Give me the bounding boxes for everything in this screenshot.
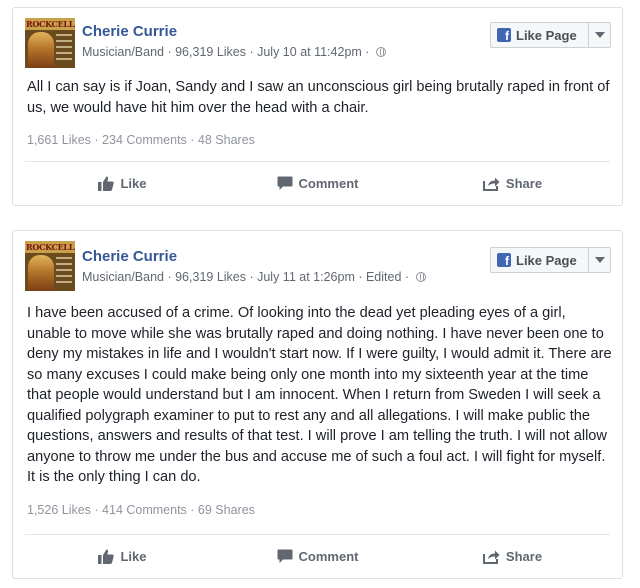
post-meta: Musician/Band · 96,319 Likes · July 11 a… [82, 269, 426, 285]
page-category: Musician/Band [82, 270, 164, 284]
post-meta: Musician/Band · 96,319 Likes · July 10 a… [82, 44, 386, 60]
comment-button-label: Comment [298, 549, 359, 564]
post-actions: Like Comment Share [25, 534, 610, 578]
meta-separator: · [246, 45, 258, 59]
comment-button-label: Comment [298, 176, 359, 191]
page-name-link[interactable]: Cherie Currie [82, 248, 177, 266]
avatar-pattern [56, 34, 72, 64]
avatar-logo-text: ROCKCELLAR [25, 241, 75, 253]
page-likes-count: 96,319 Likes [175, 45, 246, 59]
edited-link[interactable]: Edited [366, 270, 401, 284]
post-stats[interactable]: 1,526 Likes · 414 Comments · 69 Shares [27, 502, 255, 518]
like-page-button[interactable]: f Like Page [490, 247, 611, 273]
meta-separator: · [246, 270, 258, 284]
meta-separator: · [164, 270, 176, 284]
avatar-figure [28, 255, 54, 291]
share-button-label: Share [505, 549, 543, 564]
avatar-pattern [56, 257, 72, 287]
page-category: Musician/Band [82, 45, 164, 59]
meta-separator: · [354, 270, 366, 284]
post-timestamp-link[interactable]: July 10 at 11:42pm [257, 45, 362, 59]
page-avatar[interactable]: ROCKCELLAR [25, 241, 75, 291]
post-text: All I can say is if Joan, Sandy and I sa… [27, 79, 610, 116]
meta-separator: · [164, 45, 176, 59]
like-button[interactable]: Like [25, 162, 220, 205]
post-actions: Like Comment Share [25, 161, 610, 205]
share-button[interactable]: Share [415, 535, 610, 578]
meta-separator: · [361, 45, 373, 59]
comment-button[interactable]: Comment [220, 162, 415, 205]
post-card: ROCKCELLAR Cherie Currie Musician/Band ·… [12, 7, 623, 206]
like-button-label: Like [120, 176, 147, 191]
like-page-button[interactable]: f Like Page [490, 22, 611, 48]
facebook-icon: f [497, 253, 511, 267]
facebook-icon: f [497, 28, 511, 42]
post-text: I have been accused of a crime. Of looki… [27, 305, 612, 485]
share-icon [482, 550, 500, 564]
meta-separator: · [401, 270, 413, 284]
post-timestamp-link[interactable]: July 11 at 1:26pm [257, 270, 355, 284]
like-page-label: Like Page [516, 252, 577, 268]
thumbs-up-icon [98, 549, 115, 564]
page-avatar[interactable]: ROCKCELLAR [25, 18, 75, 68]
chevron-down-icon [594, 257, 605, 263]
like-page-dropdown[interactable] [588, 248, 610, 272]
page-likes-count: 96,319 Likes [175, 270, 246, 284]
post-card: ROCKCELLAR Cherie Currie Musician/Band ·… [12, 230, 623, 579]
avatar-figure [28, 32, 54, 68]
thumbs-up-icon [98, 176, 115, 191]
comment-icon [277, 176, 293, 190]
page-name-link[interactable]: Cherie Currie [82, 23, 177, 41]
comment-button[interactable]: Comment [220, 535, 415, 578]
globe-icon[interactable] [375, 47, 386, 57]
share-button-label: Share [505, 176, 543, 191]
post-stats[interactable]: 1,661 Likes · 234 Comments · 48 Shares [27, 132, 255, 148]
like-button-label: Like [120, 549, 147, 564]
like-page-main[interactable]: f Like Page [491, 248, 588, 272]
like-page-dropdown[interactable] [588, 23, 610, 47]
like-page-main[interactable]: f Like Page [491, 23, 588, 47]
comment-icon [277, 549, 293, 563]
avatar-logo-text: ROCKCELLAR [25, 18, 75, 30]
share-icon [482, 177, 500, 191]
chevron-down-icon [594, 32, 605, 38]
like-page-label: Like Page [516, 27, 577, 43]
globe-icon[interactable] [415, 272, 426, 282]
like-button[interactable]: Like [25, 535, 220, 578]
share-button[interactable]: Share [415, 162, 610, 205]
